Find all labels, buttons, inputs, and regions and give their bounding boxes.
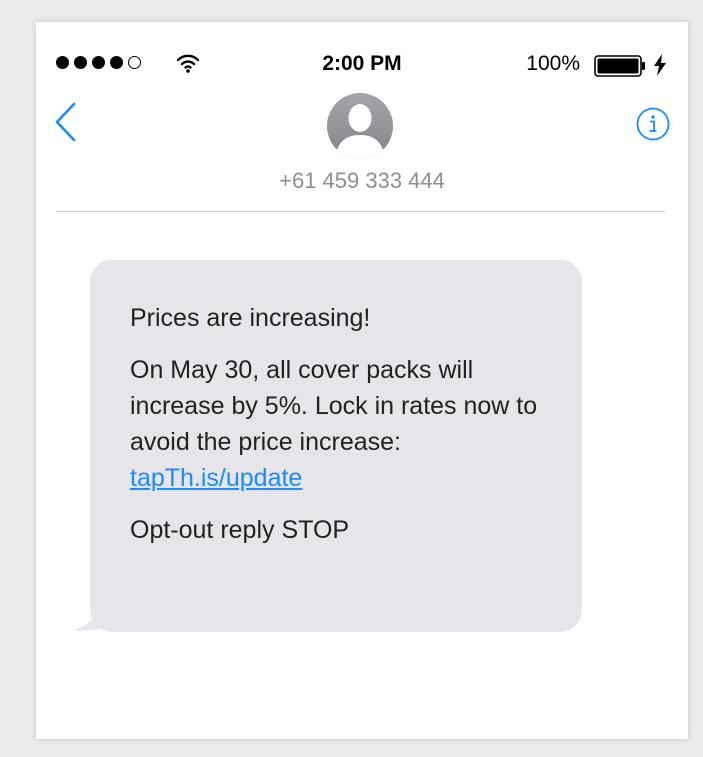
message-optout: Opt-out reply STOP <box>130 516 350 544</box>
message-link[interactable]: tapTh.is/update <box>130 464 302 492</box>
message-body-text: On May 30, all cover packs will increase… <box>130 356 538 456</box>
phone-screen: 2:00 PM 100% +61 459 333 444 Prices are … <box>36 22 688 739</box>
message-bubble: Prices are increasing! On May 30, all co… <box>90 260 582 632</box>
battery-icon <box>594 55 645 77</box>
contact-number[interactable]: +61 459 333 444 <box>36 168 688 194</box>
charging-bolt-icon <box>654 54 666 76</box>
header-divider <box>56 211 665 212</box>
battery-percentage: 100% <box>526 52 580 75</box>
message-body: On May 30, all cover packs will increase… <box>130 352 542 496</box>
person-avatar-icon[interactable] <box>327 93 393 159</box>
message-headline: Prices are increasing! <box>130 304 371 332</box>
status-time: 2:00 PM <box>322 52 402 75</box>
back-chevron-icon[interactable] <box>54 102 78 142</box>
info-icon[interactable] <box>636 107 670 141</box>
status-bar: 2:00 PM 100% <box>36 50 688 80</box>
